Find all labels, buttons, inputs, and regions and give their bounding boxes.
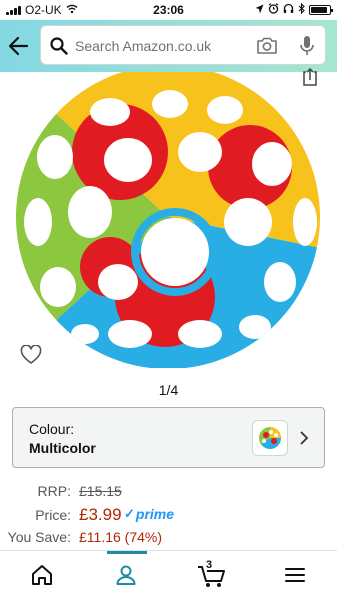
bottom-nav: 3 bbox=[0, 550, 337, 600]
colour-swatch[interactable] bbox=[252, 420, 288, 456]
savings-label: You Save: bbox=[7, 529, 71, 545]
prime-label: prime bbox=[135, 506, 175, 522]
account-icon[interactable] bbox=[114, 563, 140, 589]
bluetooth-icon bbox=[298, 2, 305, 17]
rrp-value: £15.15 bbox=[79, 483, 122, 499]
search-header: Search Amazon.co.uk bbox=[0, 20, 337, 72]
home-icon[interactable] bbox=[30, 563, 56, 589]
price-label: Price: bbox=[35, 507, 71, 523]
headphones-icon bbox=[283, 3, 294, 17]
camera-icon[interactable] bbox=[256, 36, 278, 56]
active-tab-indicator bbox=[107, 551, 147, 554]
cart-icon[interactable]: 3 bbox=[197, 559, 227, 589]
image-page-indicator: 1/4 bbox=[158, 382, 179, 398]
search-box[interactable]: Search Amazon.co.uk bbox=[40, 25, 326, 65]
rrp-row: RRP: £15.15 bbox=[0, 483, 337, 503]
price-row: Price: £3.99 ✓ prime bbox=[0, 505, 337, 527]
location-icon bbox=[255, 4, 264, 17]
search-icon bbox=[49, 36, 69, 56]
savings-value: £11.16 (74%) bbox=[79, 529, 163, 545]
rrp-label: RRP: bbox=[37, 483, 71, 499]
colour-label: Colour: bbox=[29, 421, 75, 437]
heart-icon[interactable] bbox=[20, 344, 42, 365]
colour-selector[interactable]: Colour: Multicolor bbox=[12, 407, 325, 468]
battery-icon bbox=[309, 5, 333, 15]
status-right bbox=[255, 2, 333, 17]
microphone-icon[interactable] bbox=[299, 34, 315, 58]
price-value: £3.99 bbox=[79, 505, 122, 524]
back-arrow-icon[interactable] bbox=[6, 34, 32, 58]
prime-check-icon: ✓ bbox=[124, 506, 135, 521]
savings-row: You Save: £11.16 (74%) bbox=[0, 529, 337, 549]
alarm-icon bbox=[268, 3, 279, 17]
product-image[interactable] bbox=[10, 65, 327, 369]
search-input[interactable]: Search Amazon.co.uk bbox=[75, 38, 211, 54]
colour-value: Multicolor bbox=[29, 440, 96, 456]
chevron-right-icon bbox=[299, 430, 309, 446]
prime-badge: ✓ prime bbox=[124, 506, 174, 522]
cart-count: 3 bbox=[206, 559, 213, 571]
status-bar: O2-UK 23:06 bbox=[0, 0, 337, 20]
share-icon[interactable] bbox=[300, 67, 320, 88]
menu-icon[interactable] bbox=[283, 563, 309, 589]
